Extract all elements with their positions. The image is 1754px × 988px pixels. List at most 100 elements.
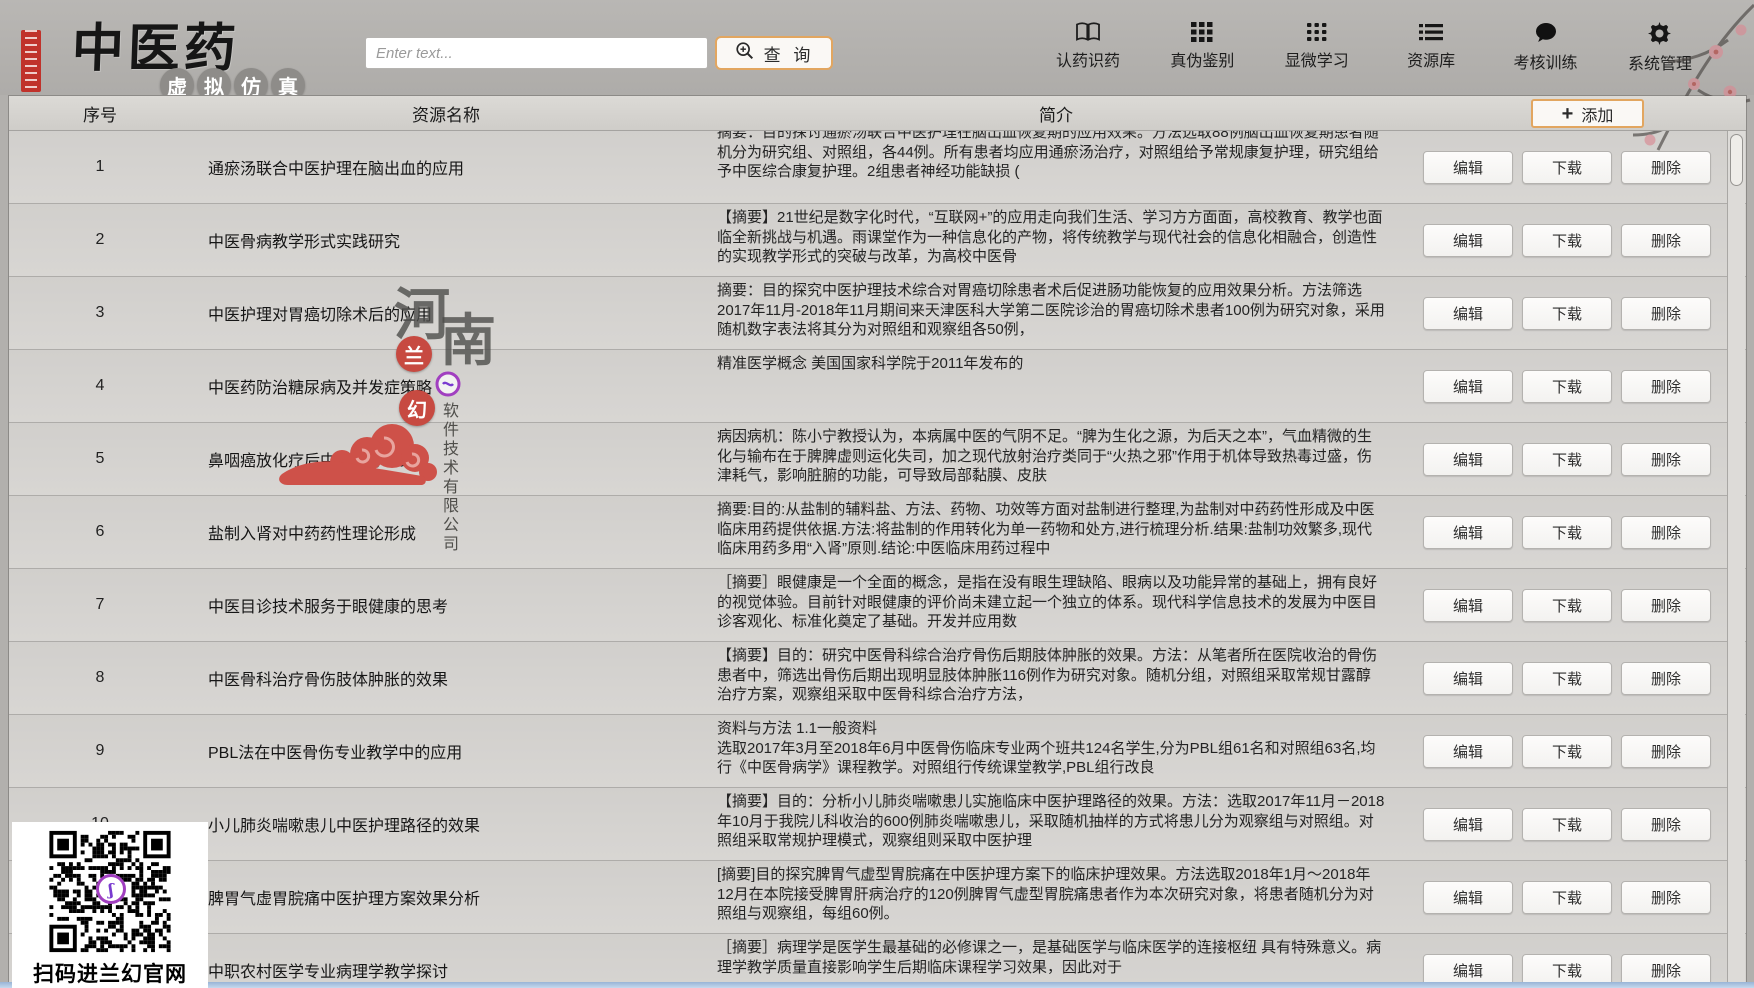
table-row: 2 中医骨病教学形式实践研究 【摘要】21世纪是数字化时代，“互联网+”的应用走… bbox=[9, 204, 1746, 277]
resource-name: 通瘀汤联合中医护理在脑出血的应用 bbox=[191, 131, 701, 203]
search-input[interactable] bbox=[365, 37, 708, 69]
download-button[interactable]: 下载 bbox=[1522, 954, 1612, 985]
chat-bubble-icon bbox=[1534, 22, 1558, 44]
row-index: 5 bbox=[9, 423, 191, 495]
download-button[interactable]: 下载 bbox=[1522, 735, 1612, 768]
download-button[interactable]: 下载 bbox=[1522, 370, 1612, 403]
download-button[interactable]: 下载 bbox=[1522, 881, 1612, 914]
column-header-name: 资源名称 bbox=[191, 96, 701, 130]
nav-label: 系统管理 bbox=[1628, 50, 1692, 74]
nav-item-ziyuanku[interactable]: 资源库 bbox=[1379, 22, 1483, 74]
nav-item-kaohe[interactable]: 考核训练 bbox=[1494, 22, 1598, 74]
search-button[interactable]: 查 询 bbox=[715, 36, 833, 70]
download-button[interactable]: 下载 bbox=[1522, 662, 1612, 695]
delete-button[interactable]: 删除 bbox=[1621, 589, 1711, 622]
delete-button[interactable]: 删除 bbox=[1621, 735, 1711, 768]
row-index: 2 bbox=[9, 204, 191, 276]
resource-intro: ［摘要］眼健康是一个全面的概念，是指在没有眼生理缺陷、眼病以及功能异常的基础上，… bbox=[701, 569, 1411, 641]
nav-label: 真伪鉴别 bbox=[1170, 47, 1234, 71]
delete-button[interactable]: 删除 bbox=[1621, 954, 1711, 985]
resource-name: 中医骨病教学形式实践研究 bbox=[191, 204, 701, 276]
row-actions: 编辑 下载 删除 bbox=[1411, 204, 1746, 276]
table-row: 3 中医护理对胃癌切除术后的应用 摘要：目的探究中医护理技术综合对胃癌切除患者术… bbox=[9, 277, 1746, 350]
resource-name: 小儿肺炎喘嗽患儿中医护理路径的效果 bbox=[191, 788, 701, 860]
resource-name: 脾胃气虚胃脘痛中医护理方案效果分析 bbox=[191, 861, 701, 933]
scrollbar-thumb[interactable] bbox=[1730, 134, 1743, 186]
resource-name: 盐制入肾对中药药性理论形成 bbox=[191, 496, 701, 568]
resource-intro: 摘要:目的:从盐制的辅料盐、方法、药物、功效等方面对盐制进行整理,为盐制对中药药… bbox=[701, 496, 1411, 568]
row-actions: 编辑 下载 删除 bbox=[1411, 423, 1746, 495]
qr-panel: ʃ 扫码进兰幻官网 bbox=[12, 822, 208, 988]
delete-button[interactable]: 删除 bbox=[1621, 297, 1711, 330]
download-button[interactable]: 下载 bbox=[1522, 589, 1612, 622]
vertical-scrollbar[interactable] bbox=[1727, 131, 1745, 983]
row-actions: 编辑 下载 删除 bbox=[1411, 715, 1746, 787]
nav-item-xitong[interactable]: 系统管理 bbox=[1608, 22, 1712, 74]
row-index: 8 bbox=[9, 642, 191, 714]
delete-button[interactable]: 删除 bbox=[1621, 516, 1711, 549]
row-index: 7 bbox=[9, 569, 191, 641]
resource-name: 鼻咽癌放化疗后中医治疗思路 bbox=[191, 423, 701, 495]
resource-name: 中医目诊技术服务于眼健康的思考 bbox=[191, 569, 701, 641]
edit-button[interactable]: 编辑 bbox=[1423, 151, 1513, 184]
delete-button[interactable]: 删除 bbox=[1621, 370, 1711, 403]
magnifier-plus-icon bbox=[734, 40, 756, 67]
nav-label: 认药识药 bbox=[1056, 47, 1120, 71]
resource-intro: 资料与方法 1.1一般资料 选取2017年3月至2018年6月中医骨伤临床专业两… bbox=[701, 715, 1411, 787]
delete-button[interactable]: 删除 bbox=[1621, 808, 1711, 841]
resource-name: 中医骨科治疗骨伤肢体肿胀的效果 bbox=[191, 642, 701, 714]
row-index: 9 bbox=[9, 715, 191, 787]
grid-icon bbox=[1191, 22, 1213, 42]
column-header-index: 序号 bbox=[9, 96, 191, 130]
table-row: 8 中医骨科治疗骨伤肢体肿胀的效果 【摘要】目的：研究中医骨科综合治疗骨伤后期肢… bbox=[9, 642, 1746, 715]
nav-item-renyaoshiyao[interactable]: 认药识药 bbox=[1036, 22, 1140, 74]
table-row: 12 中职农村医学专业病理学教学探讨 ［摘要］病理学是医学生最基础的必修课之一，… bbox=[9, 934, 1746, 984]
edit-button[interactable]: 编辑 bbox=[1423, 881, 1513, 914]
resource-intro: 摘要：目的探究中医护理技术综合对胃癌切除患者术后促进肠功能恢复的应用效果分析。方… bbox=[701, 277, 1411, 349]
delete-button[interactable]: 删除 bbox=[1621, 881, 1711, 914]
edit-button[interactable]: 编辑 bbox=[1423, 297, 1513, 330]
add-button[interactable]: + 添加 bbox=[1531, 99, 1644, 128]
download-button[interactable]: 下载 bbox=[1522, 224, 1612, 257]
edit-button[interactable]: 编辑 bbox=[1423, 735, 1513, 768]
row-actions: 编辑 下载 删除 bbox=[1411, 569, 1746, 641]
edit-button[interactable]: 编辑 bbox=[1423, 808, 1513, 841]
edit-button[interactable]: 编辑 bbox=[1423, 954, 1513, 985]
nav-item-xianwei[interactable]: 显微学习 bbox=[1265, 22, 1369, 74]
edit-button[interactable]: 编辑 bbox=[1423, 516, 1513, 549]
bottom-edge-strip bbox=[0, 982, 1754, 988]
download-button[interactable]: 下载 bbox=[1522, 808, 1612, 841]
red-seal bbox=[21, 30, 41, 92]
table-row: 7 中医目诊技术服务于眼健康的思考 ［摘要］眼健康是一个全面的概念，是指在没有眼… bbox=[9, 569, 1746, 642]
download-button[interactable]: 下载 bbox=[1522, 151, 1612, 184]
column-header-intro: 简介 bbox=[701, 96, 1411, 130]
edit-button[interactable]: 编辑 bbox=[1423, 224, 1513, 257]
table-body: 1 通瘀汤联合中医护理在脑出血的应用 摘要：目的探讨通瘀汤联合中医护理在脑出血恢… bbox=[9, 131, 1746, 984]
edit-button[interactable]: 编辑 bbox=[1423, 662, 1513, 695]
gear-icon bbox=[1648, 22, 1671, 45]
delete-button[interactable]: 删除 bbox=[1621, 224, 1711, 257]
nav-item-zhenwei[interactable]: 真伪鉴别 bbox=[1150, 22, 1254, 74]
resource-intro: 病因病机：陈小宁教授认为，本病属中医的气阴不足。“脾为生化之源，为后天之本”，气… bbox=[701, 423, 1411, 495]
download-button[interactable]: 下载 bbox=[1522, 443, 1612, 476]
row-actions: 编辑 下载 删除 bbox=[1411, 934, 1746, 984]
download-button[interactable]: 下载 bbox=[1522, 297, 1612, 330]
resource-name: 中职农村医学专业病理学教学探讨 bbox=[191, 934, 701, 984]
row-actions: 编辑 下载 删除 bbox=[1411, 350, 1746, 422]
delete-button[interactable]: 删除 bbox=[1621, 662, 1711, 695]
top-bar: 中医药 虚 拟 仿 真 查 询 认药识药 真伪鉴别 显微学习 资源库 bbox=[0, 0, 1754, 95]
row-actions: 编辑 下载 删除 bbox=[1411, 496, 1746, 568]
add-button-label: 添加 bbox=[1581, 102, 1613, 126]
edit-button[interactable]: 编辑 bbox=[1423, 443, 1513, 476]
row-index: 3 bbox=[9, 277, 191, 349]
search-button-label: 查 询 bbox=[764, 41, 815, 66]
nav-label: 资源库 bbox=[1407, 47, 1455, 71]
download-button[interactable]: 下载 bbox=[1522, 516, 1612, 549]
edit-button[interactable]: 编辑 bbox=[1423, 370, 1513, 403]
delete-button[interactable]: 删除 bbox=[1621, 151, 1711, 184]
edit-button[interactable]: 编辑 bbox=[1423, 589, 1513, 622]
delete-button[interactable]: 删除 bbox=[1621, 443, 1711, 476]
resource-name: 中医护理对胃癌切除术后的应用 bbox=[191, 277, 701, 349]
nav-label: 显微学习 bbox=[1285, 47, 1349, 71]
resource-intro: 【摘要】21世纪是数字化时代，“互联网+”的应用走向我们生活、学习方方面面，高校… bbox=[701, 204, 1411, 276]
